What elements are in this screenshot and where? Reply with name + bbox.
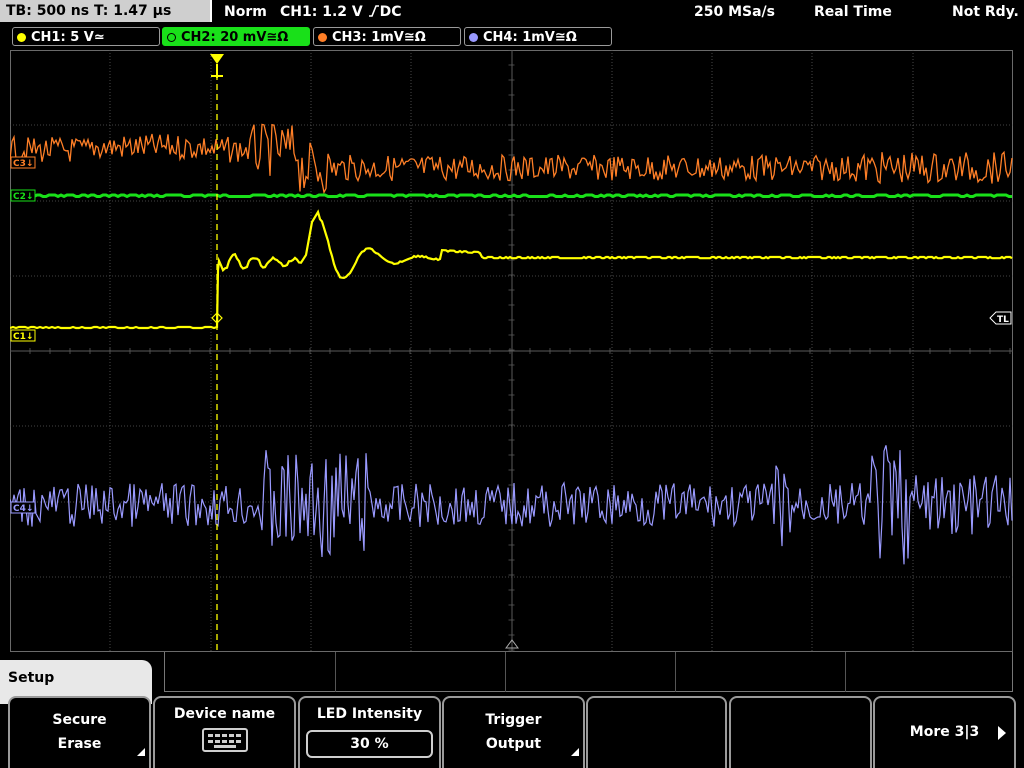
ch2-trace [10,193,1012,199]
ch4-marker[interactable]: C4↓ [10,501,36,514]
trigger-mode[interactable]: Norm [224,0,267,24]
softkey-label: More 3|3 [909,724,980,740]
channel-ch3[interactable]: CH3: 1mV≅Ω [313,27,461,46]
status-bar: TB: 500 ns T: 1.47 µs Norm CH1: 1.2 V DC… [0,0,1024,24]
ch2-marker[interactable]: C2↓ [10,189,36,202]
softkey-label: Erase [57,736,102,752]
secure-erase-button[interactable]: Secure Erase [8,696,151,768]
traces [10,123,1013,565]
ch1-dot-icon [17,33,26,42]
trigger-source[interactable]: CH1: 1.2 V DC [280,0,402,24]
submenu-corner-icon [137,748,145,756]
softkey-empty-6[interactable] [729,696,872,768]
acquisition-status: Not Rdy. [952,4,1019,20]
softkey-menu: Setup Secure Erase Device name LED Inten… [0,652,1024,768]
ch2-dot-icon [167,33,176,42]
waveform-canvas: C3↓ C2↓ C1↓ C4↓ TL [10,50,1013,652]
more-button[interactable]: More 3|3 [873,696,1016,768]
trigger-level-label: TL [997,315,1009,325]
softkey-label: Secure [52,712,107,728]
timebase-readout[interactable]: TB: 500 ns T: 1.47 µs [0,0,212,22]
ch4-dot-icon [469,33,478,42]
ch3-marker-label: C3↓ [13,159,33,169]
led-intensity-value[interactable]: 30 % [306,730,433,758]
channel-ch4[interactable]: CH4: 1mV≅Ω [464,27,612,46]
softkey-empty-5[interactable] [586,696,727,768]
channel-label: CH4: 1mV≅Ω [483,30,577,45]
softkey-label: Trigger [485,712,542,728]
channel-bar: CH1: 5 V≃ CH2: 20 mV≅Ω CH3: 1mV≅Ω CH4: 1… [0,26,1024,48]
ch4-trace [10,445,1013,565]
next-page-icon [998,726,1006,740]
trigger-output-button[interactable]: Trigger Output [442,696,585,768]
channel-label: CH1: 5 V≃ [31,30,105,45]
submenu-corner-icon [571,748,579,756]
softkey-label: Output [485,736,542,752]
keyboard-icon [201,728,248,752]
ch3-trace [10,123,1013,195]
softkey-label: Device name [173,706,276,722]
channel-label: CH2: 20 mV≅Ω [181,30,289,45]
channel-ch2[interactable]: CH2: 20 mV≅Ω [162,27,310,46]
ch3-marker[interactable]: C3↓ [10,156,36,169]
ch4-marker-label: C4↓ [13,504,33,514]
info-strip [164,652,1013,692]
trigger-position-icon[interactable] [210,54,224,78]
ch1-marker[interactable]: C1↓ [10,329,36,342]
ch1-marker-label: C1↓ [13,332,33,342]
channel-ch1[interactable]: CH1: 5 V≃ [12,27,160,46]
trigger-info: CH1: 1.2 V [280,4,363,20]
trigger-level-marker[interactable]: TL [989,311,1012,325]
acquisition-mode: Real Time [814,4,892,20]
ch1-trace [10,209,1013,330]
trigger-coupling: DC [379,4,402,20]
device-name-button[interactable]: Device name [153,696,296,768]
sample-rate: 250 MSa/s [694,4,776,20]
rising-edge-icon [368,1,380,17]
channel-label: CH3: 1mV≅Ω [332,30,426,45]
ch2-marker-label: C2↓ [13,192,33,202]
softkey-label: LED Intensity [316,706,423,722]
ch3-dot-icon [318,33,327,42]
led-intensity-button[interactable]: LED Intensity 30 % [298,696,441,768]
